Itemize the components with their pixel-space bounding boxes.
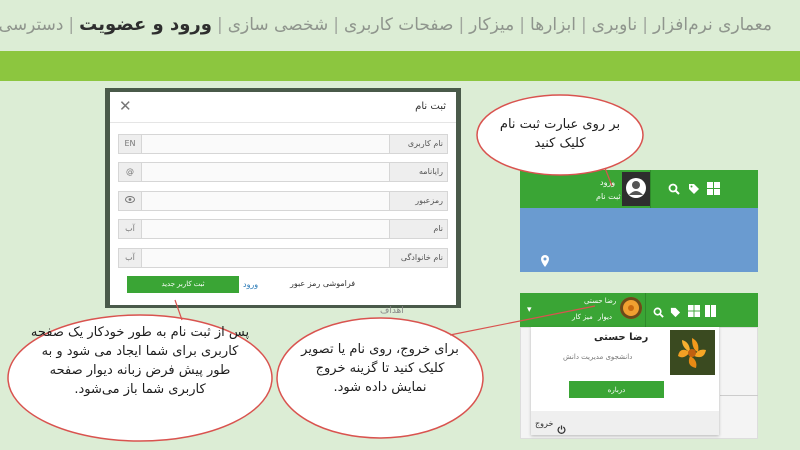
right-callout-text: برای خروج، روی نام یا تصویر کلیک کنید تا… [301, 342, 459, 395]
left-callout-text: پس از ثبت نام به طور خودکار یک صفحه کارب… [30, 325, 250, 397]
top-callout-pointer [604, 167, 613, 187]
right-callout-pointer [449, 305, 596, 336]
top-callout-text: بر روی عبارت ثبت نام کلیک کنید [499, 117, 621, 151]
